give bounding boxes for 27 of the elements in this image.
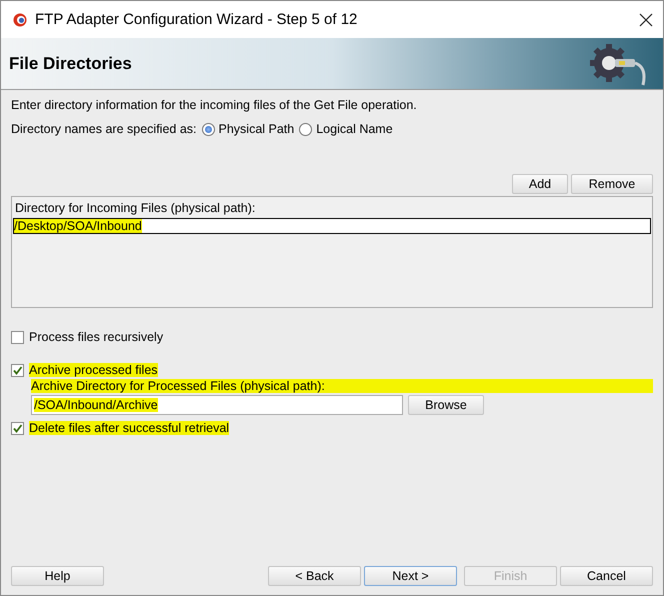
footer-button[interactable]: < Back [268, 566, 361, 586]
window-title: FTP Adapter Configuration Wizard - Step 5 of 12 [35, 11, 358, 28]
directory-row[interactable]: /Desktop/SOA/Inbound [13, 218, 651, 234]
directory-names-label: Directory names are specified as: [11, 122, 196, 136]
footer-button[interactable]: Next > [364, 566, 457, 586]
radio-option[interactable]: Physical Path [202, 122, 294, 136]
footer-button[interactable]: Cancel [560, 566, 653, 586]
footer-button[interactable]: Help [11, 566, 104, 586]
list-heading: Directory for Incoming Files (physical path): [15, 201, 256, 215]
checkbox-option[interactable]: Process files recursively [11, 330, 653, 344]
close-icon[interactable] [639, 12, 653, 26]
page-title: File Directories [9, 54, 132, 74]
checkbox-option[interactable]: Delete files after successful retrieval [11, 421, 653, 435]
list-action-button[interactable]: Add [512, 174, 568, 194]
browse-button[interactable]: Browse [408, 395, 484, 415]
checkbox[interactable] [11, 330, 24, 344]
app-logo-icon [13, 12, 27, 26]
radio-option[interactable]: Logical Name [299, 122, 393, 136]
checkbox[interactable] [11, 422, 24, 434]
radio-button[interactable] [299, 122, 312, 136]
list-action-button[interactable]: Remove [571, 174, 653, 194]
checkbox-option[interactable]: Archive processed files [11, 363, 653, 377]
instruction-text: Enter directory information for the incoming files of the Get File operation. [11, 98, 418, 112]
field-label: Archive Directory for Processed Files (physical path): [31, 379, 653, 393]
radio-button[interactable] [202, 122, 214, 136]
archive-directory-field[interactable]: /SOA/Inbound/Archive [31, 395, 403, 415]
checkbox[interactable] [11, 364, 24, 376]
